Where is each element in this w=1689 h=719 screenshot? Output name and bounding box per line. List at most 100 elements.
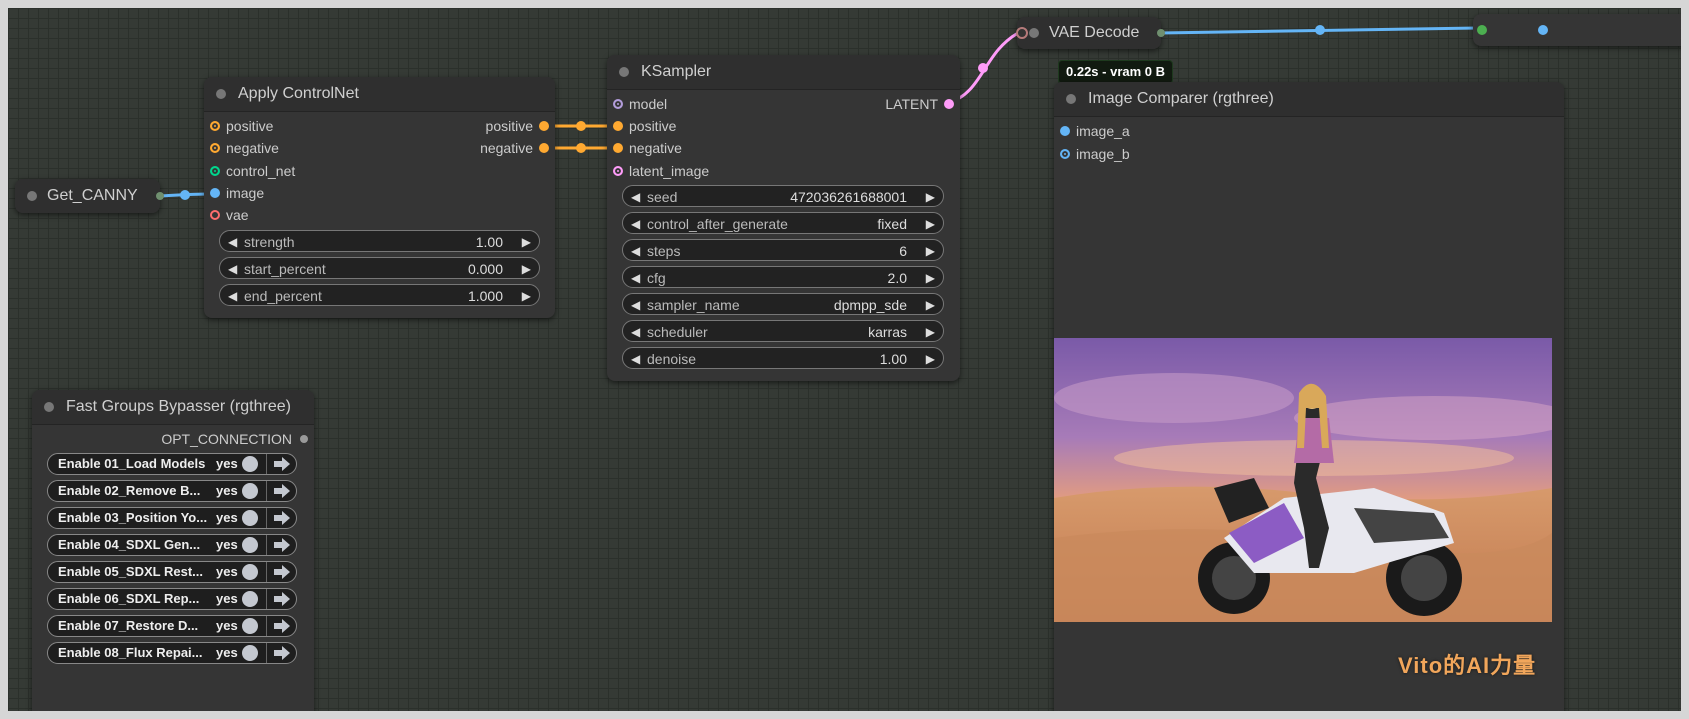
increment-arrow-icon[interactable]: ▶	[522, 231, 531, 253]
offscreen-node[interactable]	[1473, 14, 1681, 46]
increment-arrow-icon[interactable]: ▶	[926, 267, 935, 289]
steps-widget[interactable]: ◀ steps 6 ▶	[622, 239, 944, 261]
sampler-name-widget[interactable]: ◀ sampler_name dpmpp_sde ▶	[622, 293, 944, 315]
negative-output-slot-icon[interactable]	[539, 143, 549, 153]
input-image-b[interactable]: image_b	[1054, 144, 1130, 164]
group-toggle-pill[interactable]: Enable 07_Restore D... yes	[47, 615, 297, 637]
output-latent[interactable]: LATENT	[885, 94, 960, 114]
increment-arrow-icon[interactable]: ▶	[926, 213, 935, 235]
model-slot-icon[interactable]	[613, 99, 623, 109]
control-net-slot-icon[interactable]	[210, 166, 220, 176]
apply-controlnet-node[interactable]: Apply ControlNet positive negative contr…	[204, 77, 555, 318]
navigate-arrow-icon[interactable]	[272, 509, 292, 527]
ksampler-node[interactable]: KSampler model positive negative latent_…	[607, 55, 960, 381]
output-positive[interactable]: positive	[486, 116, 555, 136]
comparison-image[interactable]	[1054, 338, 1552, 622]
fast-groups-bypasser-node[interactable]: Fast Groups Bypasser (rgthree) OPT_CONNE…	[32, 390, 314, 711]
navigate-arrow-icon[interactable]	[272, 644, 292, 662]
increment-arrow-icon[interactable]: ▶	[926, 321, 935, 343]
toggle-indicator-icon[interactable]	[242, 537, 258, 553]
scheduler-widget[interactable]: ◀ scheduler karras ▶	[622, 320, 944, 342]
input-control-net[interactable]: control_net	[204, 161, 295, 181]
toggle-indicator-icon[interactable]	[242, 510, 258, 526]
navigate-arrow-icon[interactable]	[272, 455, 292, 473]
toggle-indicator-icon[interactable]	[242, 645, 258, 661]
toggle-indicator-icon[interactable]	[242, 456, 258, 472]
group-toggle-pill[interactable]: Enable 05_SDXL Rest... yes	[47, 561, 297, 583]
toggle-indicator-icon[interactable]	[242, 591, 258, 607]
increment-arrow-icon[interactable]: ▶	[926, 294, 935, 316]
input-negative[interactable]: negative	[607, 138, 682, 158]
vae-decode-node[interactable]: VAE Decode	[1016, 17, 1165, 49]
decrement-arrow-icon[interactable]: ◀	[228, 231, 237, 253]
navigate-arrow-icon[interactable]	[272, 536, 292, 554]
group-toggle-pill[interactable]: Enable 08_Flux Repai... yes	[47, 642, 297, 664]
toggle-indicator-icon[interactable]	[242, 618, 258, 634]
decrement-arrow-icon[interactable]: ◀	[631, 213, 640, 235]
image-a-slot-icon[interactable]	[1060, 126, 1070, 136]
positive-slot-icon[interactable]	[210, 121, 220, 131]
increment-arrow-icon[interactable]: ▶	[926, 348, 935, 370]
group-toggle-pill[interactable]: Enable 03_Position Yo... yes	[47, 507, 297, 529]
node-graph-canvas[interactable]: Get_CANNY Apply ControlNet positive nega…	[8, 8, 1681, 711]
decrement-arrow-icon[interactable]: ◀	[228, 285, 237, 307]
input-image-a[interactable]: image_a	[1054, 121, 1130, 141]
image-b-slot-icon[interactable]	[1060, 149, 1070, 159]
group-toggle-pill[interactable]: Enable 06_SDXL Rep... yes	[47, 588, 297, 610]
denoise-widget[interactable]: ◀ denoise 1.00 ▶	[622, 347, 944, 369]
offscreen-node-dot[interactable]	[1538, 25, 1548, 35]
strength-widget[interactable]: ◀ strength 1.00 ▶	[219, 230, 540, 252]
vae-slot-icon[interactable]	[210, 210, 220, 220]
navigate-arrow-icon[interactable]	[272, 617, 292, 635]
input-positive[interactable]: positive	[204, 116, 273, 136]
input-latent-image[interactable]: latent_image	[607, 161, 709, 181]
decrement-arrow-icon[interactable]: ◀	[631, 348, 640, 370]
collapse-dot-icon[interactable]	[619, 67, 629, 77]
input-vae[interactable]: vae	[204, 205, 249, 225]
vae-decode-input-dot[interactable]	[1016, 27, 1028, 39]
toggle-indicator-icon[interactable]	[242, 483, 258, 499]
seed-widget[interactable]: ◀ seed 472036261688001 ▶	[622, 185, 944, 207]
collapse-dot-icon[interactable]	[44, 402, 54, 412]
latent-output-slot-icon[interactable]	[944, 99, 954, 109]
control-after-generate-widget[interactable]: ◀ control_after_generate fixed ▶	[622, 212, 944, 234]
vae-decode-output-dot[interactable]	[1157, 29, 1165, 37]
group-toggle-pill[interactable]: Enable 02_Remove B... yes	[47, 480, 297, 502]
decrement-arrow-icon[interactable]: ◀	[631, 294, 640, 316]
positive-output-slot-icon[interactable]	[539, 121, 549, 131]
end-percent-widget[interactable]: ◀ end_percent 1.000 ▶	[219, 284, 540, 306]
positive-slot-icon[interactable]	[613, 121, 623, 131]
start-percent-widget[interactable]: ◀ start_percent 0.000 ▶	[219, 257, 540, 279]
opt-connection-slot-icon[interactable]	[300, 435, 308, 443]
collapse-dot-icon[interactable]	[1066, 94, 1076, 104]
latent-slot-icon[interactable]	[613, 166, 623, 176]
output-negative[interactable]: negative	[480, 138, 555, 158]
increment-arrow-icon[interactable]: ▶	[926, 186, 935, 208]
navigate-arrow-icon[interactable]	[272, 563, 292, 581]
output-opt-connection[interactable]: OPT_CONNECTION	[161, 429, 314, 449]
increment-arrow-icon[interactable]: ▶	[522, 258, 531, 280]
group-toggle-pill[interactable]: Enable 04_SDXL Gen... yes	[47, 534, 297, 556]
collapse-dot-icon[interactable]	[216, 89, 226, 99]
toggle-indicator-icon[interactable]	[242, 564, 258, 580]
decrement-arrow-icon[interactable]: ◀	[631, 186, 640, 208]
input-image[interactable]: image	[204, 183, 264, 203]
input-positive[interactable]: positive	[607, 116, 676, 136]
image-comparer-node[interactable]: Image Comparer (rgthree) image_a image_b	[1054, 82, 1564, 711]
decrement-arrow-icon[interactable]: ◀	[228, 258, 237, 280]
negative-slot-icon[interactable]	[613, 143, 623, 153]
increment-arrow-icon[interactable]: ▶	[522, 285, 531, 307]
navigate-arrow-icon[interactable]	[272, 590, 292, 608]
increment-arrow-icon[interactable]: ▶	[926, 240, 935, 262]
input-model[interactable]: model	[607, 94, 667, 114]
cfg-widget[interactable]: ◀ cfg 2.0 ▶	[622, 266, 944, 288]
get-canny-output-dot[interactable]	[156, 192, 164, 200]
collapse-dot-icon[interactable]	[27, 191, 37, 201]
collapse-dot-icon[interactable]	[1029, 28, 1039, 38]
offscreen-node-input-dot[interactable]	[1477, 25, 1487, 35]
group-toggle-pill[interactable]: Enable 01_Load Models yes	[47, 453, 297, 475]
decrement-arrow-icon[interactable]: ◀	[631, 240, 640, 262]
get-canny-node[interactable]: Get_CANNY	[15, 179, 164, 213]
navigate-arrow-icon[interactable]	[272, 482, 292, 500]
decrement-arrow-icon[interactable]: ◀	[631, 267, 640, 289]
